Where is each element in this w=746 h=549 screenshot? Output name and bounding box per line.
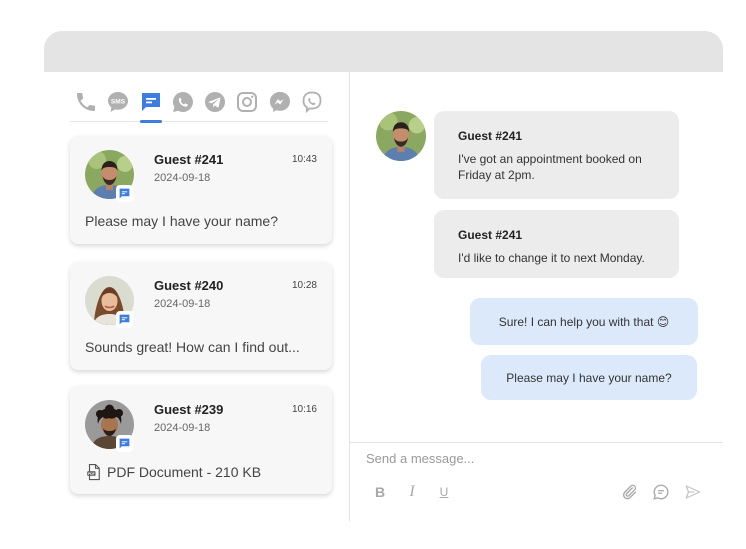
- outgoing-message: Please may I have your name?: [481, 355, 697, 400]
- viber-icon: [302, 91, 322, 114]
- tab-sms[interactable]: SMS: [102, 88, 134, 122]
- conversation-name: Guest #239: [154, 402, 224, 417]
- conversation-preview: PDF PDF Document - 210 KB: [85, 463, 261, 481]
- svg-text:SMS: SMS: [111, 99, 126, 106]
- canned-response-icon: [653, 484, 669, 500]
- send-button[interactable]: [684, 483, 702, 501]
- conversation-card[interactable]: Guest #240 2024-09-18 10:28 Sounds great…: [70, 262, 332, 370]
- phone-icon: [77, 93, 96, 111]
- channel-tabs: SMS: [70, 88, 328, 123]
- conversation-date: 2024-09-18: [154, 298, 211, 310]
- conversation-time: 10:16: [291, 404, 317, 415]
- quick-reply-button[interactable]: [652, 483, 670, 501]
- telegram-icon: [205, 92, 226, 112]
- bold-button[interactable]: B: [371, 483, 389, 501]
- conversation-date: 2024-09-18: [154, 422, 211, 434]
- conversation-preview: Sounds great! How can I find out...: [85, 339, 300, 355]
- conversation-time: 10:43: [291, 154, 317, 165]
- italic-button[interactable]: I: [403, 483, 421, 501]
- attachment-label: PDF Document - 210 KB: [107, 464, 262, 480]
- webchat-badge: [116, 435, 133, 452]
- conversation-panel: SMS Guest #241 2024-09-18 10:43 Please m…: [44, 72, 350, 521]
- messaging-window: SMS Guest #241 2024-09-18 10:43 Please m…: [44, 31, 723, 521]
- avatar: [376, 111, 426, 161]
- conversation-name: Guest #240: [154, 278, 224, 293]
- underline-button[interactable]: U: [435, 483, 453, 501]
- window-titlebar: [44, 31, 723, 72]
- paperclip-icon: [622, 484, 637, 500]
- message-input[interactable]: [366, 451, 706, 466]
- chat-bubble-icon: [119, 188, 130, 199]
- attach-button[interactable]: [620, 483, 638, 501]
- tab-telegram[interactable]: [199, 88, 231, 122]
- incoming-message: Guest #241 I've got an appointment booke…: [434, 111, 679, 199]
- chat-bubble-icon: [119, 314, 130, 325]
- tab-webchat[interactable]: [135, 88, 167, 123]
- chat-bubble-icon: [141, 93, 160, 111]
- tab-whatsapp[interactable]: [167, 88, 199, 122]
- webchat-badge: [116, 311, 133, 328]
- tab-viber[interactable]: [296, 88, 328, 122]
- messenger-icon: [269, 92, 290, 112]
- svg-text:PDF: PDF: [88, 472, 95, 476]
- outgoing-message: Sure! I can help you with that 😊: [470, 298, 698, 345]
- chat-panel: Guest #241 I've got an appointment booke…: [350, 72, 723, 521]
- conversation-name: Guest #241: [154, 152, 224, 167]
- message-text: I'd like to change it to next Monday.: [458, 251, 645, 265]
- send-icon: [685, 485, 701, 499]
- incoming-message: Guest #241 I'd like to change it to next…: [434, 210, 679, 278]
- conversation-card[interactable]: Guest #241 2024-09-18 10:43 Please may I…: [70, 136, 332, 244]
- message-sender: Guest #241: [458, 228, 523, 242]
- conversation-card[interactable]: Guest #239 2024-09-18 10:16 PDF PDF Docu…: [70, 386, 332, 494]
- webchat-badge: [116, 185, 133, 202]
- sms-icon: SMS: [108, 92, 129, 112]
- tab-messenger[interactable]: [264, 88, 296, 122]
- message-sender: Guest #241: [458, 129, 523, 143]
- tab-instagram[interactable]: [231, 88, 263, 122]
- message-text: I've got an appointment booked on Friday…: [458, 152, 642, 182]
- instagram-icon: [237, 92, 258, 112]
- tab-phone[interactable]: [70, 88, 102, 122]
- conversation-preview: Please may I have your name?: [85, 213, 278, 229]
- whatsapp-icon: [172, 92, 193, 112]
- conversation-time: 10:28: [291, 280, 317, 291]
- message-composer: B I U: [350, 442, 723, 521]
- conversation-date: 2024-09-18: [154, 172, 211, 184]
- pdf-document-icon: PDF: [87, 463, 100, 481]
- chat-bubble-icon: [119, 438, 130, 449]
